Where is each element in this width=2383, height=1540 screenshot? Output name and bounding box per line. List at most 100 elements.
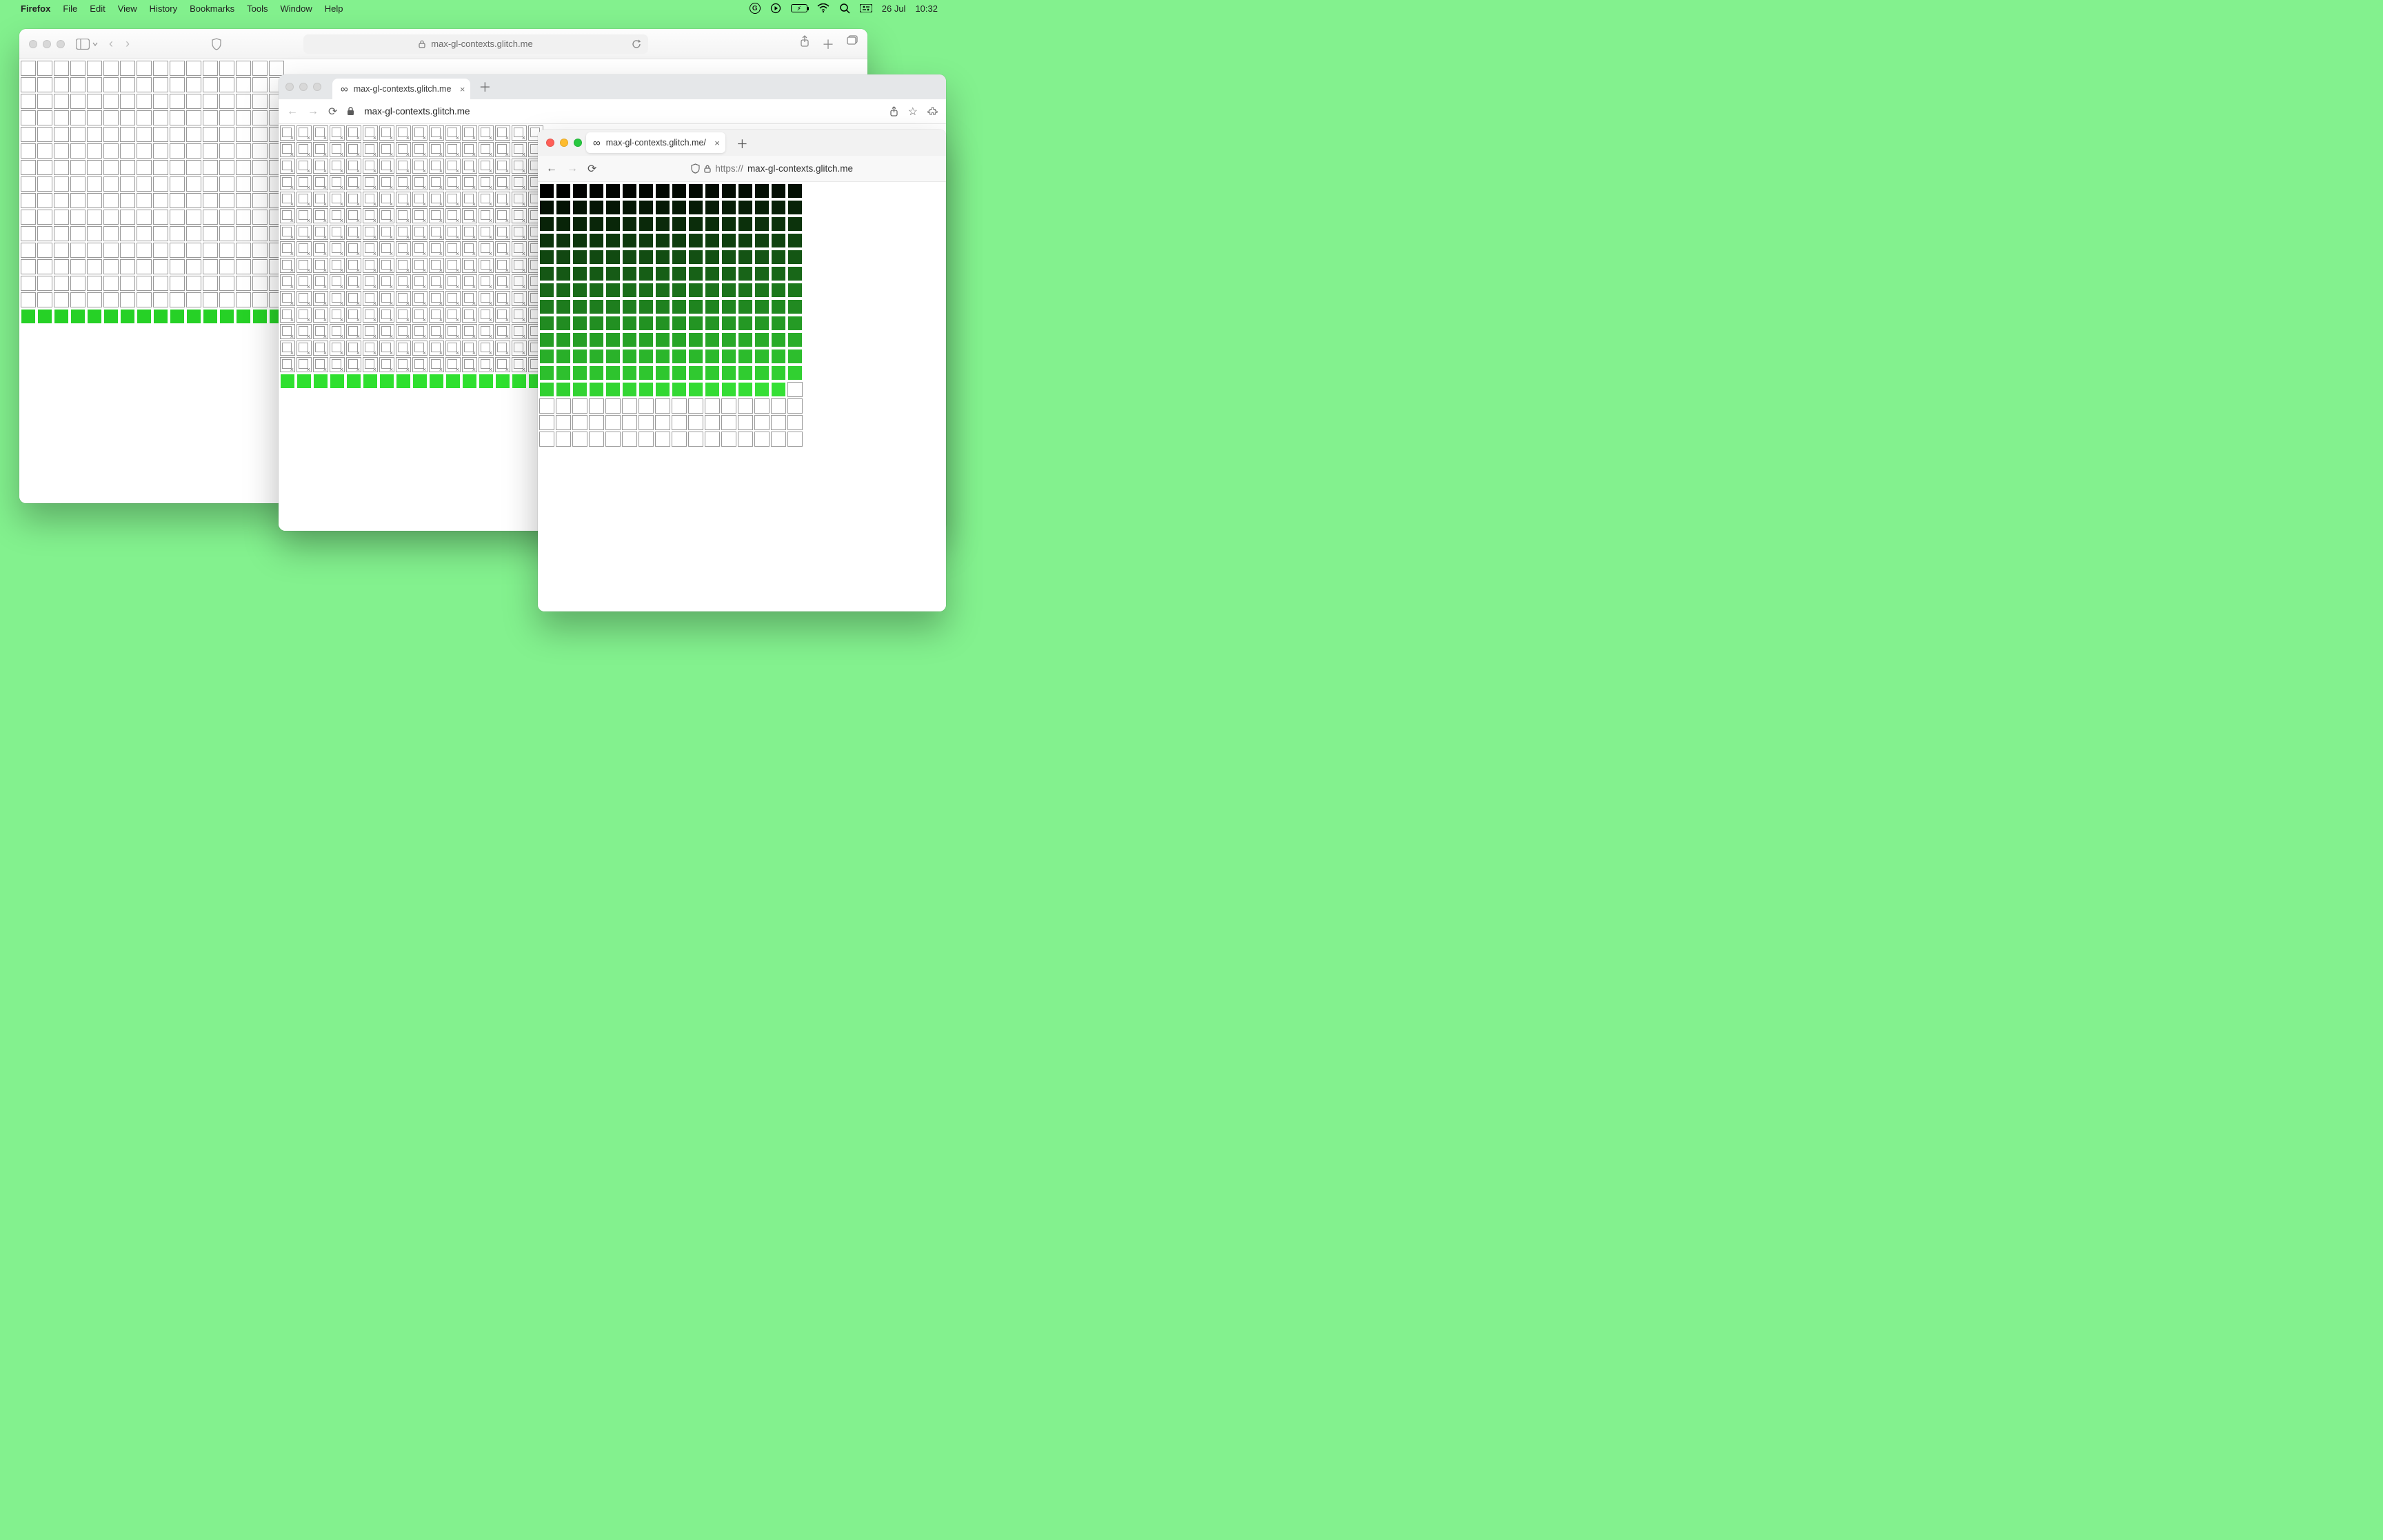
- chrome-url-text[interactable]: max-gl-contexts.glitch.me: [364, 106, 470, 116]
- menu-history[interactable]: History: [150, 3, 177, 14]
- firefox-minimize-button[interactable]: [560, 139, 568, 147]
- canvas-cell: [87, 127, 102, 142]
- share-icon[interactable]: [800, 35, 810, 53]
- canvas-cell: [738, 365, 753, 381]
- canvas-cell: [330, 192, 345, 207]
- menu-view[interactable]: View: [118, 3, 137, 14]
- firefox-back-button[interactable]: ←: [546, 163, 557, 175]
- media-playing-icon[interactable]: [770, 3, 781, 14]
- canvas-cell: [479, 274, 494, 290]
- canvas-cell: [771, 415, 786, 430]
- canvas-cell: [787, 432, 803, 447]
- canvas-cell: [512, 159, 527, 174]
- canvas-cell: [330, 175, 345, 190]
- menubar-date[interactable]: 26 Jul: [882, 3, 906, 14]
- safari-reload-button[interactable]: [632, 39, 641, 49]
- chrome-share-icon[interactable]: [889, 106, 898, 117]
- canvas-cell: [37, 176, 52, 192]
- canvas-cell: [379, 208, 394, 223]
- safari-address-bar[interactable]: max-gl-contexts.glitch.me: [303, 34, 648, 54]
- firefox-window[interactable]: ∞ max-gl-contexts.glitch.me/ × ＋ ← → ⟳ h…: [538, 130, 946, 611]
- canvas-cell: [70, 61, 86, 76]
- firefox-address-bar[interactable]: https://max-gl-contexts.glitch.me: [606, 159, 938, 179]
- canvas-cell: [153, 193, 168, 208]
- canvas-cell: [495, 142, 510, 157]
- safari-minimize-button[interactable]: [43, 40, 51, 48]
- canvas-cell: [412, 208, 428, 223]
- firefox-reload-button[interactable]: ⟳: [587, 162, 596, 176]
- canvas-cell: [70, 309, 86, 324]
- menu-file[interactable]: File: [63, 3, 77, 14]
- safari-close-button[interactable]: [29, 40, 37, 48]
- lock-icon[interactable]: [347, 107, 354, 116]
- canvas-cell: [639, 233, 654, 248]
- spotlight-search-icon[interactable]: [839, 3, 850, 14]
- canvas-cell: [153, 292, 168, 307]
- canvas-cell: [771, 233, 786, 248]
- chrome-reload-button[interactable]: ⟳: [328, 105, 337, 119]
- canvas-cell: [556, 216, 571, 232]
- canvas-cell: [539, 283, 554, 298]
- canvas-cell: [203, 127, 218, 142]
- safari-back-button[interactable]: ‹: [109, 37, 113, 51]
- chrome-new-tab-button[interactable]: ＋: [474, 78, 495, 96]
- menu-bookmarks[interactable]: Bookmarks: [190, 3, 234, 14]
- firefox-close-button[interactable]: [546, 139, 554, 147]
- menu-tools[interactable]: Tools: [247, 3, 268, 14]
- canvas-cell: [589, 365, 604, 381]
- tab-overview-icon[interactable]: [847, 35, 858, 53]
- safari-zoom-button[interactable]: [57, 40, 65, 48]
- canvas-cell: [479, 159, 494, 174]
- shield-privacy-icon[interactable]: [211, 38, 222, 50]
- canvas-cell: [589, 216, 604, 232]
- chrome-close-button[interactable]: [285, 83, 294, 91]
- lock-icon[interactable]: [704, 165, 711, 173]
- canvas-cell: [280, 208, 295, 223]
- chrome-zoom-button[interactable]: [313, 83, 321, 91]
- chrome-active-tab[interactable]: ∞ max-gl-contexts.glitch.me ×: [332, 79, 470, 99]
- canvas-cell: [203, 77, 218, 92]
- grammarly-icon[interactable]: G: [750, 3, 761, 14]
- battery-status-icon[interactable]: ⚡︎: [791, 4, 807, 12]
- control-center-icon[interactable]: [860, 4, 872, 12]
- canvas-cell: [787, 332, 803, 347]
- chrome-bookmark-star-icon[interactable]: ☆: [908, 105, 918, 119]
- safari-sidebar-toggle[interactable]: [76, 39, 98, 50]
- chrome-forward-button[interactable]: →: [308, 105, 319, 118]
- safari-new-tab-button[interactable]: ＋: [822, 35, 834, 53]
- firefox-new-tab-button[interactable]: ＋: [731, 134, 754, 152]
- canvas-cell: [203, 61, 218, 76]
- canvas-cell: [462, 175, 477, 190]
- menu-window[interactable]: Window: [281, 3, 312, 14]
- canvas-cell: [688, 216, 703, 232]
- canvas-cell: [479, 374, 494, 389]
- canvas-cell: [589, 349, 604, 364]
- canvas-cell: [396, 175, 411, 190]
- chrome-back-button[interactable]: ←: [287, 105, 298, 118]
- menubar-app-name[interactable]: Firefox: [21, 3, 50, 14]
- safari-forward-button[interactable]: ›: [125, 37, 130, 51]
- tracking-protection-shield-icon[interactable]: [691, 163, 700, 174]
- menu-help[interactable]: Help: [325, 3, 343, 14]
- firefox-active-tab[interactable]: ∞ max-gl-contexts.glitch.me/ ×: [586, 132, 725, 153]
- canvas-cell: [153, 276, 168, 291]
- canvas-cell: [622, 349, 637, 364]
- canvas-cell: [655, 398, 670, 414]
- canvas-cell: [705, 332, 720, 347]
- canvas-cell: [153, 226, 168, 241]
- menubar-time[interactable]: 10:32: [915, 3, 938, 14]
- firefox-zoom-button[interactable]: [574, 139, 582, 147]
- firefox-tab-close-button[interactable]: ×: [714, 138, 720, 148]
- menu-edit[interactable]: Edit: [90, 3, 105, 14]
- canvas-cell: [738, 216, 753, 232]
- firefox-forward-button[interactable]: →: [567, 163, 578, 175]
- chrome-extensions-icon[interactable]: [927, 106, 938, 116]
- canvas-cell: [738, 183, 753, 199]
- canvas-cell: [539, 266, 554, 281]
- canvas-cell: [721, 299, 736, 314]
- canvas-cell: [462, 241, 477, 256]
- wifi-icon[interactable]: [817, 3, 829, 13]
- chrome-tab-close-button[interactable]: ×: [460, 84, 465, 94]
- chrome-minimize-button[interactable]: [299, 83, 308, 91]
- canvas-cell: [137, 210, 152, 225]
